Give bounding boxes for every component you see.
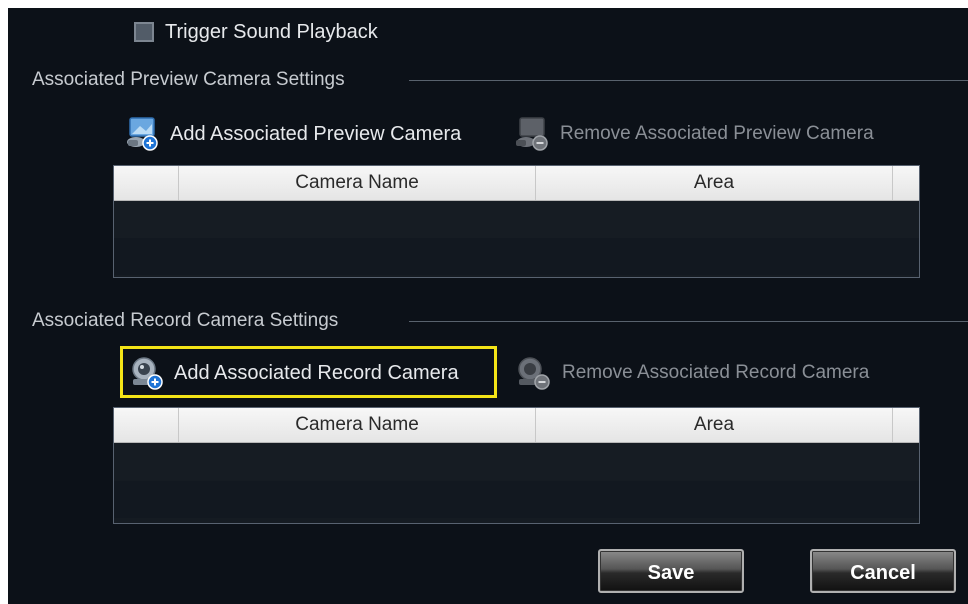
table-row[interactable] <box>114 443 919 480</box>
remove-record-camera-label: Remove Associated Record Camera <box>562 362 870 383</box>
record-table-spacer-header <box>892 408 919 442</box>
remove-camera-icon <box>516 117 548 151</box>
add-record-camera-label: Add Associated Record Camera <box>174 361 459 384</box>
record-table-header: Camera Name Area <box>114 408 919 443</box>
record-table-camera-name-header[interactable]: Camera Name <box>178 408 535 442</box>
trigger-sound-checkbox[interactable] <box>134 22 154 42</box>
preview-table-header: Camera Name Area <box>114 166 919 201</box>
preview-table-select-column[interactable] <box>114 166 178 200</box>
table-row[interactable] <box>114 201 919 238</box>
remove-record-camera-icon <box>518 357 550 390</box>
cancel-button[interactable]: Cancel <box>810 549 956 593</box>
remove-record-camera-button[interactable]: Remove Associated Record Camera <box>514 355 869 391</box>
table-row[interactable] <box>114 481 919 518</box>
preview-camera-table: Camera Name Area <box>113 165 920 278</box>
add-record-camera-button[interactable]: Add Associated Record Camera <box>128 355 459 391</box>
save-button[interactable]: Save <box>598 549 744 593</box>
add-record-camera-icon <box>132 357 163 390</box>
record-camera-table: Camera Name Area <box>113 407 920 524</box>
remove-preview-camera-label: Remove Associated Preview Camera <box>560 123 874 144</box>
preview-section-divider <box>409 80 968 81</box>
add-preview-camera-label: Add Associated Preview Camera <box>170 122 462 145</box>
add-preview-camera-button[interactable]: Add Associated Preview Camera <box>124 116 461 152</box>
record-table-select-column[interactable] <box>114 408 178 442</box>
preview-table-camera-name-header[interactable]: Camera Name <box>178 166 535 200</box>
record-table-area-header[interactable]: Area <box>535 408 892 442</box>
trigger-sound-label[interactable]: Trigger Sound Playback <box>165 21 378 44</box>
preview-table-spacer-header <box>892 166 919 200</box>
record-section-divider <box>409 321 968 322</box>
preview-table-area-header[interactable]: Area <box>535 166 892 200</box>
remove-preview-camera-button[interactable]: Remove Associated Preview Camera <box>512 116 874 152</box>
table-row[interactable] <box>114 238 919 275</box>
preview-section-title: Associated Preview Camera Settings <box>32 69 345 90</box>
record-section-title: Associated Record Camera Settings <box>32 310 339 331</box>
add-camera-icon <box>127 117 158 151</box>
